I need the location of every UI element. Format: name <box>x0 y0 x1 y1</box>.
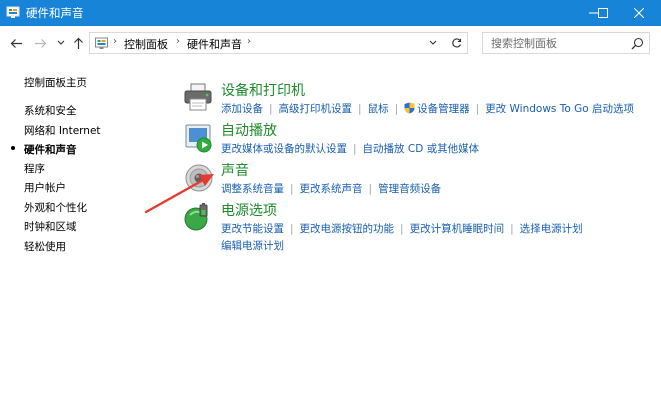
autoplay-icon <box>185 124 212 153</box>
link-edit-power-plan[interactable]: 编辑电源计划 <box>221 240 284 252</box>
breadcrumb-separator: › <box>247 36 251 47</box>
chevron-down-icon <box>57 40 65 45</box>
address-dropdown-button[interactable] <box>425 35 441 51</box>
recent-locations-button[interactable] <box>53 35 69 51</box>
maximize-icon <box>597 8 608 18</box>
chevron-down-icon <box>429 40 437 45</box>
link-advanced-printer-setup[interactable]: 高级打印机设置 <box>279 103 353 115</box>
close-button[interactable] <box>616 0 661 26</box>
back-button[interactable] <box>8 35 24 51</box>
category-links-devices-printers: 添加设备 | 高级打印机设置 | 鼠标 | 设备管理器 | 更改 Windows To Go 启… <box>221 102 635 115</box>
breadcrumb-separator: › <box>113 36 117 47</box>
link-change-sleep-time[interactable]: 更改计算机睡眠时间 <box>410 223 505 235</box>
link-change-power-button-function[interactable]: 更改电源按钮的功能 <box>300 223 395 235</box>
search-box <box>482 32 650 54</box>
category-title-sound[interactable]: 声音 <box>221 160 249 180</box>
sidebar-item-system-security[interactable]: 系统和安全 <box>24 103 77 118</box>
sidebar: 控制面板主页 系统和安全 网络和 Internet 硬件和声音 程序 用户帐户 … <box>0 62 170 362</box>
sidebar-item-ease-of-access[interactable]: 轻松使用 <box>24 239 66 254</box>
link-change-power-saving-settings[interactable]: 更改节能设置 <box>221 223 284 235</box>
search-input[interactable] <box>483 33 631 53</box>
arrow-left-icon <box>10 38 22 48</box>
sidebar-item-user-accounts[interactable]: 用户帐户 <box>24 180 66 195</box>
title-bar: 硬件和声音 <box>0 0 661 26</box>
printer-icon <box>184 83 212 111</box>
breadcrumb-hardware-sound[interactable]: 硬件和声音 <box>187 36 242 52</box>
arrow-right-icon <box>34 38 46 48</box>
arrow-up-icon <box>73 37 83 49</box>
sidebar-item-programs[interactable]: 程序 <box>24 161 45 176</box>
refresh-icon <box>451 37 461 47</box>
category-title-autoplay[interactable]: 自动播放 <box>221 120 277 140</box>
control-panel-icon <box>95 37 108 49</box>
category-title-power-options[interactable]: 电源选项 <box>221 200 277 220</box>
uac-shield-icon <box>404 102 415 114</box>
search-icon[interactable] <box>631 37 644 50</box>
category-links-power-options: 更改节能设置 | 更改电源按钮的功能 | 更改计算机睡眠时间 | 选择电源计划 编辑电源计划 <box>221 223 583 252</box>
link-change-system-sounds[interactable]: 更改系统声音 <box>300 183 363 195</box>
sidebar-item-hardware-sound[interactable]: 硬件和声音 <box>24 142 77 157</box>
sidebar-item-control-panel-home[interactable]: 控制面板主页 <box>24 75 87 90</box>
link-autoplay-cd[interactable]: 自动播放 CD 或其他媒体 <box>363 143 480 155</box>
up-button[interactable] <box>70 35 86 51</box>
close-icon <box>633 8 644 18</box>
address-bar[interactable]: › 控制面板 › 硬件和声音 › <box>89 32 468 54</box>
sidebar-item-appearance[interactable]: 外观和个性化 <box>24 200 87 215</box>
link-change-default-media-settings[interactable]: 更改媒体或设备的默认设置 <box>221 143 347 155</box>
speaker-icon <box>185 164 213 192</box>
sidebar-item-clock-region[interactable]: 时钟和区域 <box>24 219 77 234</box>
link-choose-power-plan[interactable]: 选择电源计划 <box>520 223 583 235</box>
active-item-bullet-icon <box>11 146 15 150</box>
category-title-devices-printers[interactable]: 设备和打印机 <box>221 80 305 100</box>
category-links-sound: 调整系统音量 | 更改系统声音 | 管理音频设备 <box>221 183 442 195</box>
control-panel-icon <box>6 6 20 18</box>
category-links-autoplay: 更改媒体或设备的默认设置 | 自动播放 CD 或其他媒体 <box>221 143 480 155</box>
link-device-manager[interactable]: 设备管理器 <box>417 103 470 115</box>
forward-button[interactable] <box>32 35 48 51</box>
link-manage-audio-devices[interactable]: 管理音频设备 <box>378 183 441 195</box>
link-windows-to-go[interactable]: 更改 Windows To Go 启动选项 <box>485 103 634 115</box>
refresh-button[interactable] <box>445 32 468 54</box>
window-title: 硬件和声音 <box>26 6 84 20</box>
breadcrumb-control-panel[interactable]: 控制面板 <box>124 36 168 52</box>
link-add-device[interactable]: 添加设备 <box>221 103 263 115</box>
battery-icon <box>184 203 208 231</box>
link-mouse[interactable]: 鼠标 <box>368 103 389 115</box>
link-adjust-system-volume[interactable]: 调整系统音量 <box>221 183 284 195</box>
sidebar-item-network-internet[interactable]: 网络和 Internet <box>24 123 101 138</box>
breadcrumb-separator: › <box>176 36 180 47</box>
